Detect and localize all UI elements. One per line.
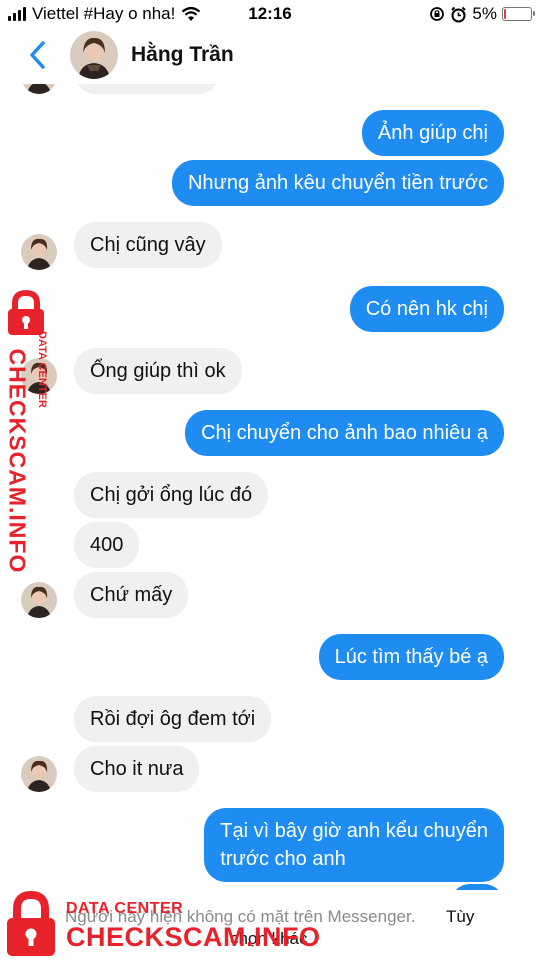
sender-avatar (21, 756, 57, 792)
message-bubble-outgoing[interactable]: Nhưng ảnh kêu chuyển tiền trước (171, 160, 504, 206)
message-bubble-incoming[interactable]: Chị cũng vây (74, 222, 222, 268)
back-button[interactable] (22, 38, 52, 72)
padlock-icon (8, 290, 44, 335)
message-bubble-partial[interactable] (74, 84, 220, 94)
message-bubble-outgoing[interactable]: Có nên hk chị (349, 286, 504, 332)
status-bar: Viettel #Hay o nha! 12:16 5% (0, 0, 540, 30)
rotation-lock-icon (430, 7, 445, 21)
message-bubble-outgoing[interactable]: Tại vì bây giờ anh kểu chuyển trước cho … (204, 808, 504, 882)
battery-icon (502, 7, 535, 21)
sender-avatar (21, 84, 57, 94)
message-list[interactable]: Ảnh giúp chị Nhưng ảnh kêu chuyển tiền t… (0, 84, 540, 890)
message-bubble-incoming[interactable]: Ổng giúp thì ok (74, 348, 242, 394)
message-bubble-outgoing[interactable]: Lúc tìm thấy bé ạ (318, 634, 504, 680)
padlock-icon (7, 890, 55, 956)
watermark-side: DATA CENTER CHECKSCAM.INFO (2, 290, 62, 573)
battery-level (504, 9, 506, 19)
contact-name[interactable]: Hằng Trần (131, 43, 234, 67)
message-bubble-outgoing[interactable]: Chị chuyển cho ảnh bao nhiêu ạ (185, 410, 504, 456)
message-bubble-outgoing[interactable]: Ảnh giúp chị (361, 110, 504, 156)
contact-avatar[interactable] (70, 31, 118, 79)
avatar-photo (70, 31, 118, 79)
status-right: 5% (429, 4, 535, 24)
watermark-side-small: DATA CENTER (36, 331, 48, 408)
sender-avatar (21, 234, 57, 270)
chat-header: Hằng Trần (0, 28, 540, 84)
message-bubble-incoming[interactable]: 400 (74, 522, 140, 568)
watermark-bottom-big: CHECKSCAM.INFO (66, 922, 321, 952)
sender-avatar (21, 582, 57, 618)
message-bubble-incoming[interactable]: Rồi đợi ôg đem tới (74, 696, 272, 742)
watermark-side-big: CHECKSCAM.INFO (4, 348, 31, 574)
alarm-icon (451, 6, 467, 22)
battery-percent: 5% (472, 4, 497, 23)
watermark-bottom: DATA CENTER CHECKSCAM.INFO (0, 888, 540, 960)
watermark-bottom-small: DATA CENTER (66, 900, 184, 917)
message-bubble-incoming[interactable]: Chứ mấy (74, 572, 189, 618)
message-bubble-incoming[interactable]: Chị gởi ổng lúc đó (74, 472, 269, 518)
message-bubble-incoming[interactable]: Cho it nưa (74, 746, 200, 792)
chevron-left-icon (30, 41, 45, 69)
